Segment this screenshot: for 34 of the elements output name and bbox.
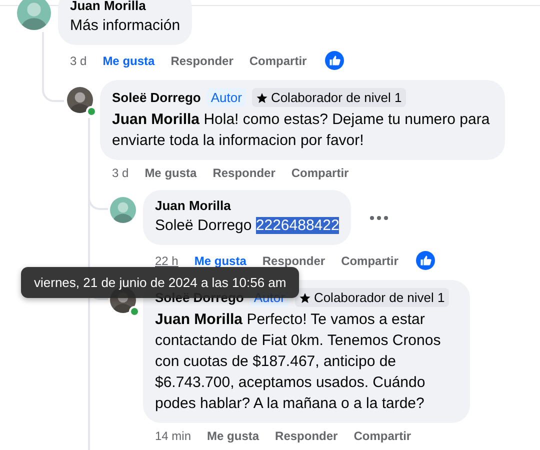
badge-label: Colaborador de nivel 1 <box>314 290 445 305</box>
author-name[interactable]: Juan Morilla <box>155 198 231 213</box>
more-options-icon[interactable] <box>369 214 390 220</box>
like-button[interactable]: Me gusta <box>194 254 246 268</box>
comment-text: Juan Morilla Perfecto! Te vamos a estar contactando de Fiat 0km. Tenemos Cronos con cuotas de $187.467, anticipo de $6.743.700, aceptamos usados. Cuándo podes hablar? A la mañana o a la tarde? <box>155 310 442 414</box>
timestamp-link[interactable]: 3 d <box>70 54 87 68</box>
like-reaction-icon[interactable] <box>324 51 344 70</box>
share-button[interactable]: Compartir <box>291 166 349 180</box>
author-name[interactable]: Juan Morilla <box>70 0 146 13</box>
reply-button[interactable]: Responder <box>262 254 326 268</box>
like-button[interactable]: Me gusta <box>144 166 197 180</box>
comment-text: Juan Morilla Hola! como estas? Dejame tu numero para enviarte toda la informacion por favor! <box>112 110 491 151</box>
share-button[interactable]: Compartir <box>354 429 412 443</box>
timestamp-link[interactable]: 14 min <box>155 429 192 443</box>
star-icon <box>256 92 268 104</box>
share-button[interactable]: Compartir <box>341 254 398 268</box>
comment-text: Soleë Dorrego 2226488422 <box>155 216 340 236</box>
like-reaction-icon[interactable] <box>416 251 436 270</box>
reply-button[interactable]: Responder <box>170 54 234 68</box>
author-badge: Autor <box>206 88 246 107</box>
share-button[interactable]: Compartir <box>249 54 307 68</box>
reply-button[interactable]: Responder <box>275 429 338 443</box>
author-name[interactable]: Soleë Dorrego <box>112 90 201 105</box>
comment-text: Más información <box>70 16 180 36</box>
avatar[interactable] <box>67 87 93 113</box>
timestamp-link[interactable]: 3 d <box>112 166 129 180</box>
like-button[interactable]: Me gusta <box>207 429 260 443</box>
reply-button[interactable]: Responder <box>212 166 276 180</box>
badge-label: Colaborador de nivel 1 <box>270 90 402 105</box>
timestamp-link[interactable]: 22 h <box>155 254 178 268</box>
thread-line <box>42 32 64 102</box>
like-button[interactable]: Me gusta <box>102 54 155 68</box>
author-name[interactable]: Soleë Dorrego <box>155 290 244 305</box>
star-icon <box>298 292 311 304</box>
